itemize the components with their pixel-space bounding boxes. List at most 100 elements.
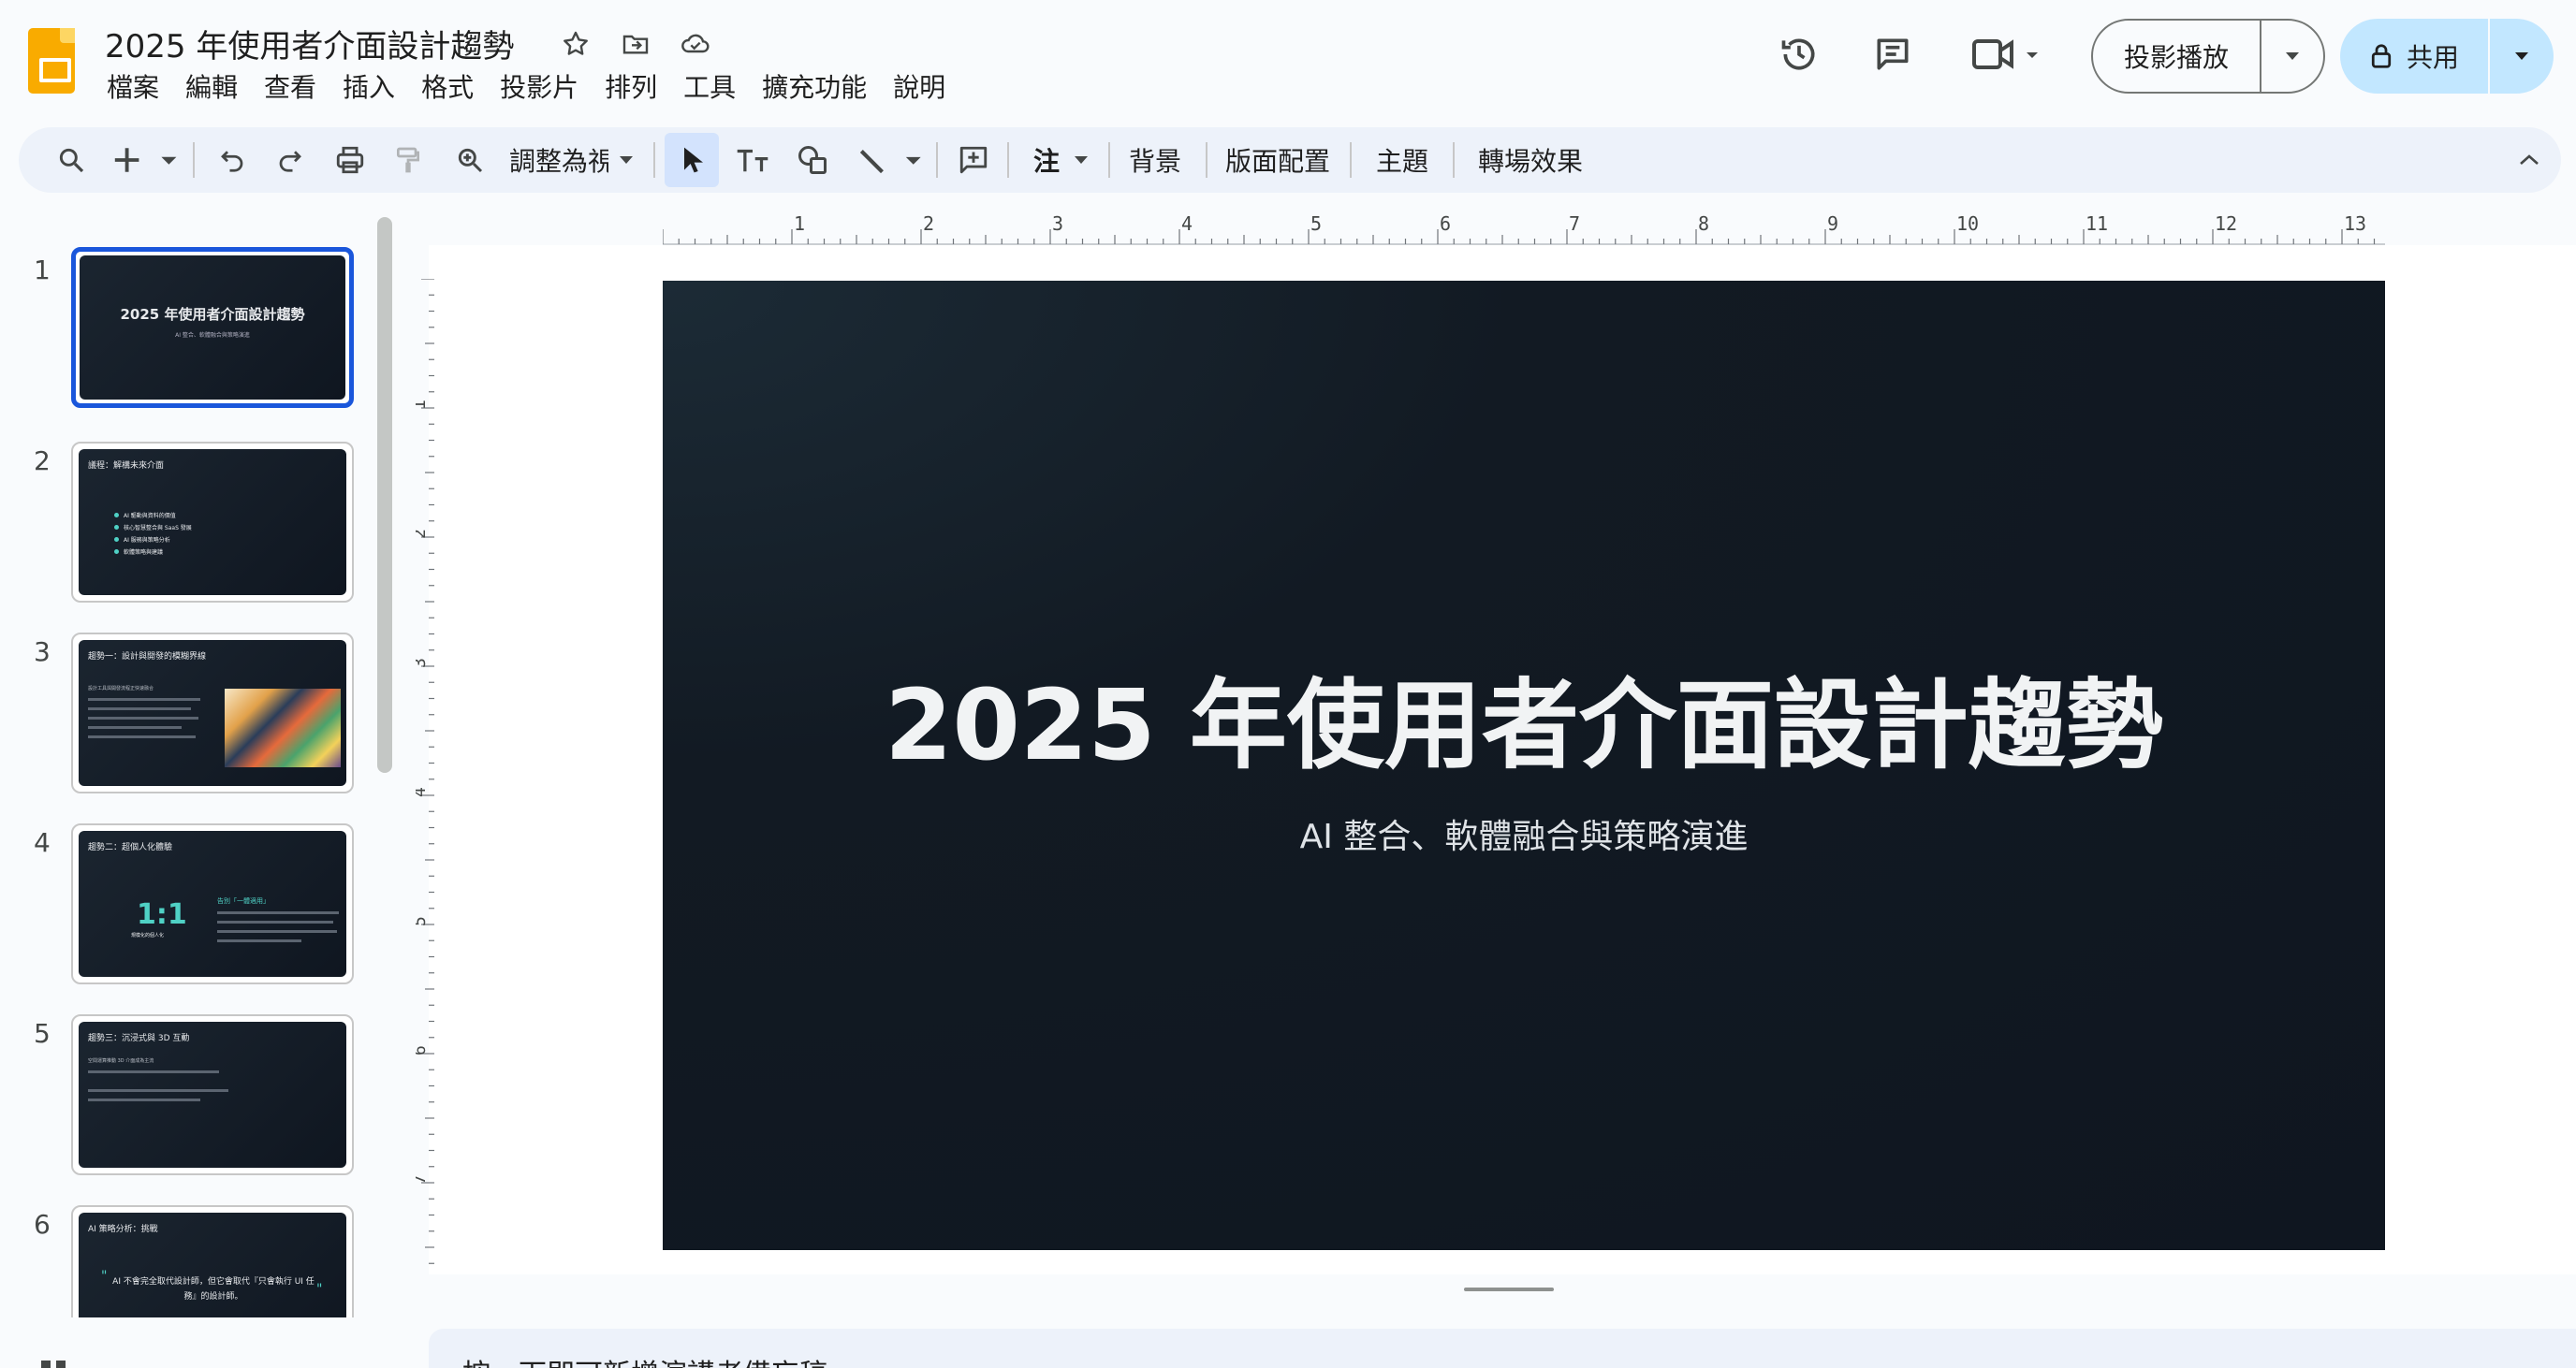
menu-format[interactable]: 格式	[408, 69, 487, 107]
zoom-label: 調整為視	[509, 146, 608, 177]
select-tool-icon[interactable]	[665, 133, 719, 187]
thumb-subtitle: AI 整合、軟體融合與策略演進	[175, 332, 250, 339]
menu-edit[interactable]: 編輯	[172, 69, 251, 107]
share-control: 共用	[2340, 19, 2554, 94]
note-button[interactable]: 注	[1024, 136, 1099, 184]
thumb-title: 議程：解構未來介面	[88, 461, 165, 471]
thumb-bullet: 軟體策略與建議	[124, 549, 164, 556]
ruler-label: 2	[416, 529, 430, 539]
zoom-select[interactable]: 調整為視	[509, 136, 640, 184]
thumb-title: 趨勢三：沉浸式與 3D 互動	[88, 1034, 190, 1043]
slide-number: 6	[34, 1209, 51, 1240]
add-comment-icon[interactable]	[951, 136, 996, 184]
document-title[interactable]: 2025 年使用者介面設計趨勢	[105, 21, 514, 66]
collapse-toolbar-icon[interactable]	[2509, 136, 2550, 184]
new-slide-button[interactable]	[110, 136, 185, 184]
vertical-ruler[interactable]: 1 2 3 4 5 6 7	[416, 279, 434, 1280]
toolbar-divider	[1350, 142, 1352, 178]
chevron-down-icon	[2515, 52, 2528, 60]
ruler-label: 10	[1956, 213, 1979, 235]
ruler-label: 12	[2215, 213, 2237, 235]
slide-thumbnail-4[interactable]: 趨勢二：超個人化體驗 1:1 規模化的個人化 告別「一體適用」	[71, 823, 354, 984]
menu-help[interactable]: 說明	[880, 69, 959, 107]
thumb-bullet: 核心智慧整合與 SaaS 發展	[124, 525, 192, 531]
thumb-text: 設計工具與開發流程正快速融合	[88, 686, 154, 691]
ruler-label: 1	[416, 400, 430, 410]
toolbar-divider	[1206, 142, 1208, 178]
ruler-label: 7	[416, 1174, 430, 1185]
shape-icon[interactable]	[790, 136, 835, 184]
grid-view-icon[interactable]	[41, 1359, 69, 1368]
menu-extensions[interactable]: 擴充功能	[749, 69, 880, 107]
comments-icon[interactable]	[1866, 28, 1919, 80]
menu-file[interactable]: 檔案	[105, 69, 172, 107]
theme-button[interactable]: 主題	[1365, 136, 1440, 184]
filmstrip-scrollbar[interactable]	[377, 217, 392, 773]
ruler-label: 6	[416, 1045, 430, 1055]
slide-thumbnail-3[interactable]: 趨勢一：設計與開發的模糊界線 設計工具與開發流程正快速融合	[71, 633, 354, 793]
print-icon[interactable]	[329, 136, 371, 184]
background-button[interactable]: 背景	[1121, 136, 1189, 184]
toolbar-divider	[193, 142, 195, 178]
menu-tools[interactable]: 工具	[670, 69, 749, 107]
ruler-label: 4	[416, 787, 430, 797]
present-button[interactable]: 投影播放	[2093, 21, 2261, 92]
toolbar-divider	[936, 142, 938, 178]
slide-thumbnail-1[interactable]: 2025 年使用者介面設計趨勢 AI 整合、軟體融合與策略演進	[71, 247, 354, 408]
transition-button[interactable]: 轉場效果	[1470, 136, 1591, 184]
thumb-title: 趨勢一：設計與開發的模糊界線	[88, 652, 207, 662]
menu-view[interactable]: 查看	[251, 69, 329, 107]
transition-label: 轉場效果	[1477, 146, 1583, 177]
star-icon[interactable]	[558, 26, 593, 62]
present-control: 投影播放	[2091, 19, 2325, 94]
background-label: 背景	[1128, 146, 1181, 177]
ruler-label: 3	[416, 658, 430, 668]
redo-icon[interactable]	[270, 136, 311, 184]
thumb-title: 2025 年使用者介面設計趨勢	[120, 306, 305, 323]
share-options-dropdown[interactable]	[2490, 19, 2554, 94]
thumb-title: AI 策略分析：挑戰	[88, 1225, 158, 1234]
zoom-icon[interactable]	[449, 136, 490, 184]
thumb-text: 空間運算推動 3D 介面成為主流	[88, 1058, 154, 1064]
menu-arrange[interactable]: 排列	[592, 69, 670, 107]
text-box-icon[interactable]	[730, 136, 775, 184]
version-history-icon[interactable]	[1773, 28, 1825, 80]
share-button[interactable]: 共用	[2340, 19, 2490, 94]
slides-logo-icon[interactable]	[28, 28, 75, 94]
chevron-down-icon	[1075, 156, 1088, 164]
share-label: 共用	[2406, 42, 2459, 73]
menu-slide[interactable]: 投影片	[487, 69, 592, 107]
notes-resize-handle[interactable]	[1464, 1288, 1554, 1291]
search-menus-icon[interactable]	[51, 136, 92, 184]
thumb-big-caption: 規模化的個人化	[131, 933, 165, 939]
cloud-saved-icon[interactable]	[678, 26, 713, 62]
slide-thumbnail-2[interactable]: 議程：解構未來介面 AI 驅動與資料的價值 核心智慧整合與 SaaS 發展 AI…	[71, 442, 354, 603]
paint-format-icon[interactable]	[388, 136, 429, 184]
horizontal-ruler[interactable]: 1 2 3 4 5 6 7 8 9 10 11 12 13	[663, 213, 2385, 245]
ruler-label: 11	[2086, 213, 2108, 235]
layout-label: 版面配置	[1224, 146, 1330, 177]
move-folder-icon[interactable]	[618, 26, 653, 62]
slide-canvas[interactable]: 2025 年使用者介面設計趨勢 AI 整合、軟體融合與策略演進	[663, 281, 2385, 1250]
present-options-dropdown[interactable]	[2261, 21, 2323, 92]
undo-icon[interactable]	[212, 136, 253, 184]
slide-title[interactable]: 2025 年使用者介面設計趨勢	[663, 646, 2385, 787]
thumb-quote: AI 不會完全取代設計師，但它會取代『只會執行 UI 任務』的設計師。	[112, 1277, 315, 1302]
ruler-label: 13	[2344, 213, 2366, 235]
toolbar-divider	[1453, 142, 1455, 178]
slide-thumbnail-6[interactable]: AI 策略分析：挑戰 AI 不會完全取代設計師，但它會取代『只會執行 UI 任務…	[71, 1205, 354, 1317]
thumb-big-number: 1:1	[137, 898, 187, 931]
meet-video-icon[interactable]	[1966, 28, 2050, 80]
layout-button[interactable]: 版面配置	[1217, 136, 1339, 184]
menu-insert[interactable]: 插入	[329, 69, 408, 107]
slide-thumbnail-5[interactable]: 趨勢三：沉浸式與 3D 互動 空間運算推動 3D 介面成為主流	[71, 1014, 354, 1175]
thumb-bullet: AI 服務與策略分析	[124, 537, 170, 544]
ruler-label: 1	[794, 213, 805, 235]
ruler-label: 5	[1310, 213, 1322, 235]
toolbar-divider	[653, 142, 655, 178]
speaker-notes-placeholder[interactable]: 按一下即可新增演講者備忘稿	[462, 1351, 827, 1368]
line-tool-icon[interactable]	[854, 136, 929, 184]
ruler-label: 9	[1827, 213, 1838, 235]
ruler-label: 7	[1569, 213, 1580, 235]
slide-subtitle[interactable]: AI 整合、軟體融合與策略演進	[663, 809, 2385, 858]
